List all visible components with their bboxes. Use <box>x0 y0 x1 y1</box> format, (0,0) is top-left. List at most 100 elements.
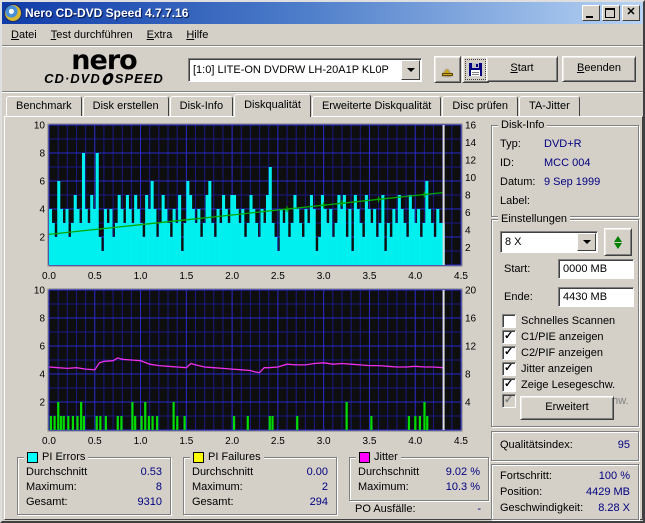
legend-color-pi-failures <box>193 451 204 463</box>
legend-color-pi-errors <box>27 451 38 463</box>
close-button[interactable]: ✕ <box>622 5 640 21</box>
advanced-button[interactable]: Erweitert <box>520 396 614 420</box>
menu-datei[interactable]: Datei <box>4 27 44 43</box>
titlebar[interactable]: Nero CD-DVD Speed 4.7.7.16 ✕ <box>2 2 643 24</box>
svg-text:10: 10 <box>34 121 46 132</box>
drive-select-dropdown-button[interactable] <box>401 60 420 80</box>
pi-errors-group: PI Errors Durchschnitt 0.53 Maximum: 8 Ges… <box>17 451 171 515</box>
svg-text:1.5: 1.5 <box>179 271 193 282</box>
speed-select[interactable]: 8 X <box>500 231 598 253</box>
end-position-field[interactable]: 4430 MB <box>558 287 634 307</box>
save-button[interactable] <box>462 56 489 83</box>
svg-text:6: 6 <box>39 342 45 353</box>
svg-text:10: 10 <box>34 286 46 297</box>
checkbox-zeige-lesegeschw[interactable]: Zeige Lesegeschw. <box>502 377 615 392</box>
svg-text:4.5: 4.5 <box>454 271 468 282</box>
checkbox-c2-pif-anzeigen[interactable]: C2/PIF anzeigen <box>502 345 603 360</box>
window-title: Nero CD-DVD Speed 4.7.7.16 <box>25 6 189 20</box>
pi-errors-max-value: 8 <box>155 481 162 493</box>
pi-errors-avg-label: Durchschnitt <box>26 466 88 478</box>
tab-erweiterte-diskqualitaet[interactable]: Erweiterte Diskqualität <box>311 96 442 117</box>
disk-id-label: ID: <box>500 157 515 169</box>
svg-text:0.5: 0.5 <box>88 436 102 447</box>
pi-failures-avg-label: Durchschnitt <box>192 466 254 478</box>
quit-button[interactable]: Beenden <box>562 56 636 82</box>
pi-errors-chart: 2 4 6 8 10 2 4 6 8 10 12 14 16 0.0 0.5 1.0 1.5 2.0 2.5 3.0 3… <box>11 119 489 283</box>
speed-value: 8.28 X <box>598 502 630 514</box>
jitter-group: Jitter Durchschnitt 9.02 % Maximum: 10.3 % <box>349 451 489 501</box>
refresh-speeds-button[interactable] <box>604 228 632 256</box>
disk-datum-value: 9 Sep 1999 <box>544 176 601 188</box>
svg-text:4: 4 <box>39 370 45 381</box>
po-failures-row: PO Ausfälle: - <box>355 503 481 515</box>
menu-extra[interactable]: Extra <box>140 27 180 43</box>
tab-disk-erstellen[interactable]: Disk erstellen <box>82 96 169 117</box>
progress-label: Fortschritt: <box>500 470 552 482</box>
svg-text:0.5: 0.5 <box>88 271 102 282</box>
checkbox-c1-pie-anzeigen[interactable]: C1/PIE anzeigen <box>502 329 604 344</box>
minimize-button[interactable] <box>582 5 600 21</box>
speed-select-dropdown-button[interactable] <box>577 233 596 251</box>
start-position-label: Start: <box>504 263 531 275</box>
chevron-down-icon <box>582 240 591 248</box>
tab-benchmark[interactable]: Benchmark <box>6 96 82 117</box>
position-label: Position: <box>500 486 543 498</box>
svg-text:3.0: 3.0 <box>317 271 331 282</box>
start-button[interactable]: Start <box>486 56 558 82</box>
quality-index-box: Qualitätsindex: 95 <box>491 431 639 461</box>
tab-diskqualitaet[interactable]: Diskqualität <box>234 94 311 117</box>
drive-select-value: [1:0] LITE-ON DVDRW LH-20A1P KL0P <box>193 64 389 76</box>
svg-text:6: 6 <box>465 208 471 219</box>
svg-text:8: 8 <box>39 314 45 325</box>
jitter-avg-value: 9.02 % <box>445 466 480 478</box>
svg-text:3.5: 3.5 <box>362 436 376 447</box>
app-window: Nero CD-DVD Speed 4.7.7.16 ✕ Datei Test … <box>0 0 645 523</box>
svg-text:3.0: 3.0 <box>317 436 331 447</box>
svg-text:6: 6 <box>39 177 45 188</box>
svg-text:20: 20 <box>465 286 477 297</box>
svg-text:2: 2 <box>465 243 471 254</box>
tab-disc-pruefen[interactable]: Disc prüfen <box>442 96 519 117</box>
tab-disk-info[interactable]: Disk-Info <box>169 96 234 117</box>
maximize-button[interactable] <box>602 5 620 21</box>
jitter-avg-label: Durchschnitt <box>358 466 420 478</box>
nero-logo: nero CD·DVD SPEED <box>24 47 184 86</box>
settings-group: Einstellungen 8 X Start: 0000 MB Ende: 4… <box>491 213 639 427</box>
checkbox-schnelles-scannen[interactable]: Schnelles Scannen <box>502 313 615 328</box>
svg-text:2.0: 2.0 <box>225 436 239 447</box>
jitter-max-label: Maximum: <box>358 481 409 493</box>
svg-text:4: 4 <box>39 205 45 216</box>
pi-failures-total-value: 294 <box>309 496 328 508</box>
menu-hilfe[interactable]: Hilfe <box>179 27 215 43</box>
close-icon: ✕ <box>626 6 636 18</box>
settings-title: Einstellungen <box>498 213 571 225</box>
tab-ta-jitter[interactable]: TA-Jitter <box>519 96 580 117</box>
floppy-icon <box>469 63 482 76</box>
disk-info-group: Disk-Info Typ: DVD+R ID: MCC 004 Datum: 9 S… <box>491 119 639 217</box>
drive-select[interactable]: [1:0] LITE-ON DVDRW LH-20A1P KL0P <box>188 58 422 82</box>
eject-icon <box>441 64 454 76</box>
disk-datum-label: Datum: <box>500 176 536 188</box>
svg-text:1.5: 1.5 <box>179 436 193 447</box>
position-value: 4429 MB <box>585 486 630 498</box>
eject-disc-button[interactable] <box>434 56 461 83</box>
start-position-field[interactable]: 0000 MB <box>558 259 634 279</box>
svg-text:3.5: 3.5 <box>362 271 376 282</box>
menu-test-durchfuehren[interactable]: Test durchführen <box>44 27 140 43</box>
nero-logo-sub-right: SPEED <box>114 71 164 86</box>
checkbox-jitter-anzeigen[interactable]: Jitter anzeigen <box>502 361 593 376</box>
pi-errors-total-value: 9310 <box>137 496 162 508</box>
pi-failures-group: PI Failures Durchschnitt 0.00 Maximum: 2 G… <box>183 451 337 515</box>
svg-text:12: 12 <box>465 342 477 353</box>
po-failures-value: - <box>477 503 481 515</box>
svg-text:12: 12 <box>465 156 477 167</box>
pi-failures-avg-value: 0.00 <box>306 466 328 478</box>
tab-bar: Benchmark Disk erstellen Disk-Info Diskq… <box>6 94 581 117</box>
svg-text:1.0: 1.0 <box>134 436 148 447</box>
jitter-title: Jitter <box>374 451 398 463</box>
svg-text:2.5: 2.5 <box>271 271 285 282</box>
svg-text:8: 8 <box>465 370 471 381</box>
disk-typ-value: DVD+R <box>544 138 582 150</box>
end-position-label: Ende: <box>504 291 533 303</box>
svg-text:4: 4 <box>465 226 471 237</box>
